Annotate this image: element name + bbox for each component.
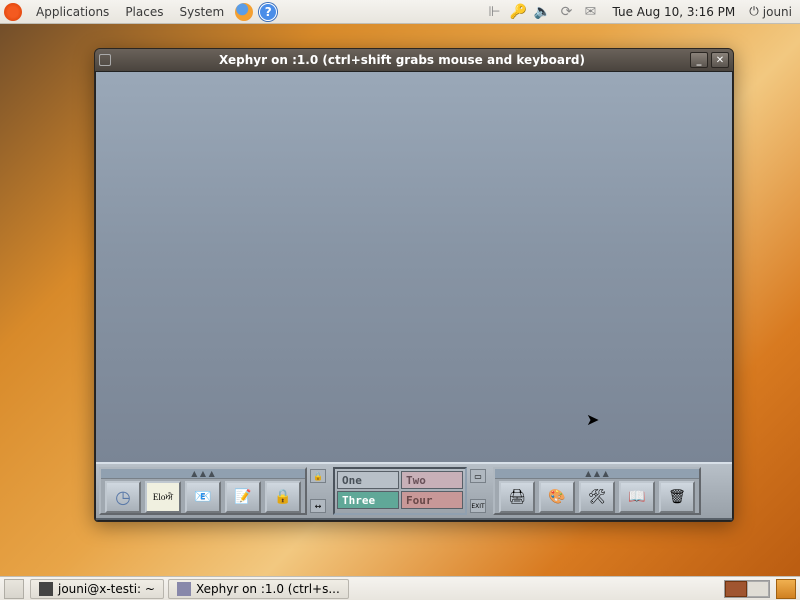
power-icon: ⏻ (749, 4, 759, 19)
firefox-icon[interactable] (235, 3, 253, 21)
fvwm-left-segment: ▲ ▲ ▲ (99, 467, 307, 515)
right-arrow-row[interactable]: ▲ ▲ ▲ (495, 469, 699, 479)
places-menu[interactable]: Places (117, 5, 171, 19)
resize-icon[interactable]: ↔ (310, 499, 326, 513)
keyring-tray-icon[interactable]: 🔑 (508, 2, 528, 22)
top-panel: Applications Places System ? ⊩ 🔑 🔈 ⟳ ✉ T… (0, 0, 800, 24)
tools-icon[interactable] (579, 481, 615, 513)
cursor-icon: ➤ (586, 410, 599, 429)
user-menu[interactable]: ⏻ jouni (749, 4, 792, 19)
window-menu-icon[interactable] (99, 54, 111, 66)
fvwm-right-segment: ▲ ▲ ▲ (493, 467, 701, 515)
pager-two[interactable]: Two (401, 471, 463, 489)
workspace-1[interactable] (725, 581, 747, 597)
clock[interactable]: Tue Aug 10, 3:16 PM (612, 5, 735, 19)
xephyr-window: Xephyr on :1.0 (ctrl+shift grabs mouse a… (94, 48, 734, 522)
task-xephyr[interactable]: Xephyr on :1.0 (ctrl+s... (168, 579, 349, 599)
task-xephyr-label: Xephyr on :1.0 (ctrl+s... (196, 582, 340, 596)
fvwm-panel: ▲ ▲ ▲ 🔒 ↔ One Two Three (96, 462, 732, 520)
pager-four[interactable]: Four (401, 491, 463, 509)
clock-icon[interactable] (105, 481, 141, 513)
manual-icon[interactable] (619, 481, 655, 513)
left-arrow-row[interactable]: ▲ ▲ ▲ (101, 469, 305, 479)
system-menu[interactable]: System (171, 5, 232, 19)
network-tray-icon[interactable]: ⊩ (484, 2, 504, 22)
bottom-panel: jouni@x-testi: ~ Xephyr on :1.0 (ctrl+s.… (0, 576, 800, 600)
nested-desktop[interactable]: ➤ (96, 72, 732, 462)
xephyr-content: ➤ ▲ ▲ ▲ 🔒 ↔ One Two (95, 71, 733, 521)
applications-menu[interactable]: Applications (28, 5, 117, 19)
terminal-icon (39, 582, 53, 596)
xephyr-task-icon (177, 582, 191, 596)
lock-icon[interactable]: 🔒 (310, 469, 326, 483)
expand-icon[interactable]: ▭ (470, 469, 486, 483)
volume-tray-icon[interactable]: 🔈 (532, 2, 552, 22)
updates-tray-icon[interactable]: ⟳ (556, 2, 576, 22)
workspace-2[interactable] (747, 581, 769, 597)
pager: One Two Three Four (333, 467, 467, 515)
ubuntu-logo-icon[interactable] (4, 3, 22, 21)
exit-column: ▭ EXIT (470, 467, 490, 515)
help-icon[interactable]: ? (259, 3, 277, 21)
minimize-button[interactable]: _ (690, 52, 708, 68)
close-button[interactable]: ✕ (711, 52, 729, 68)
task-terminal-label: jouni@x-testi: ~ (58, 582, 155, 596)
exit-button[interactable]: EXIT (470, 499, 486, 513)
mail-tray-icon[interactable]: ✉ (580, 2, 600, 22)
show-desktop-button[interactable] (4, 579, 24, 599)
editor-icon[interactable] (225, 481, 261, 513)
pager-three[interactable]: Three (337, 491, 399, 509)
username-label: jouni (763, 5, 792, 19)
printer-icon[interactable] (499, 481, 535, 513)
window-title: Xephyr on :1.0 (ctrl+shift grabs mouse a… (117, 53, 687, 67)
workspace-switcher[interactable] (724, 580, 770, 598)
calendar-icon[interactable] (145, 481, 181, 513)
lock-column: 🔒 ↔ (310, 467, 330, 515)
pager-one[interactable]: One (337, 471, 399, 489)
trash-applet[interactable] (776, 579, 796, 599)
titlebar[interactable]: Xephyr on :1.0 (ctrl+shift grabs mouse a… (95, 49, 733, 71)
mailbox-icon[interactable] (265, 481, 301, 513)
task-terminal[interactable]: jouni@x-testi: ~ (30, 579, 164, 599)
trash-icon[interactable] (659, 481, 695, 513)
palette-icon[interactable] (539, 481, 575, 513)
folder-icon[interactable] (185, 481, 221, 513)
